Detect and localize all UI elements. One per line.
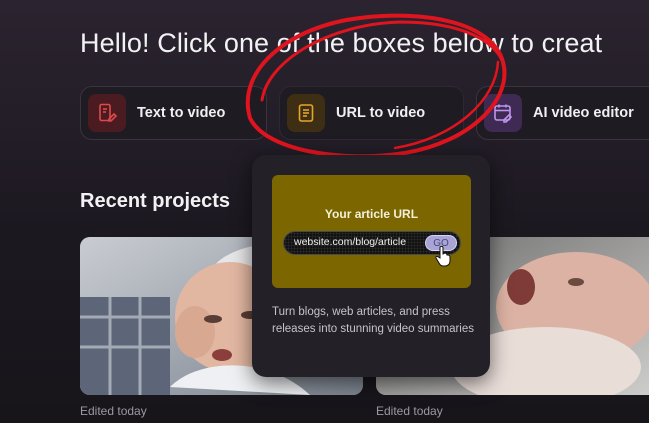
url-to-video-button[interactable]: URL to video bbox=[279, 86, 464, 140]
recent-projects-heading: Recent projects bbox=[80, 190, 231, 212]
document-icon bbox=[287, 94, 325, 132]
popover-description: Turn blogs, web articles, and press rele… bbox=[272, 306, 474, 335]
popover-preview: Your article URL website.com/blog/articl… bbox=[272, 175, 471, 288]
text-file-edit-icon bbox=[88, 94, 126, 132]
page-title: Hello! Click one of the boxes below to c… bbox=[80, 28, 603, 58]
option-label: AI video editor bbox=[533, 105, 634, 121]
calendar-edit-icon bbox=[484, 94, 522, 132]
ai-video-editor-button[interactable]: AI video editor bbox=[476, 86, 649, 140]
option-label: Text to video bbox=[137, 105, 226, 121]
edited-timestamp: Edited today bbox=[376, 404, 443, 418]
hand-cursor-icon bbox=[435, 245, 451, 267]
preview-title: Your article URL bbox=[324, 207, 419, 221]
url-to-video-popover: Your article URL website.com/blog/articl… bbox=[252, 155, 490, 377]
text-to-video-button[interactable]: Text to video bbox=[80, 86, 267, 140]
option-label: URL to video bbox=[336, 105, 426, 121]
url-example-text: website.com/blog/article bbox=[294, 236, 407, 248]
edited-timestamp: Edited today bbox=[80, 404, 147, 418]
